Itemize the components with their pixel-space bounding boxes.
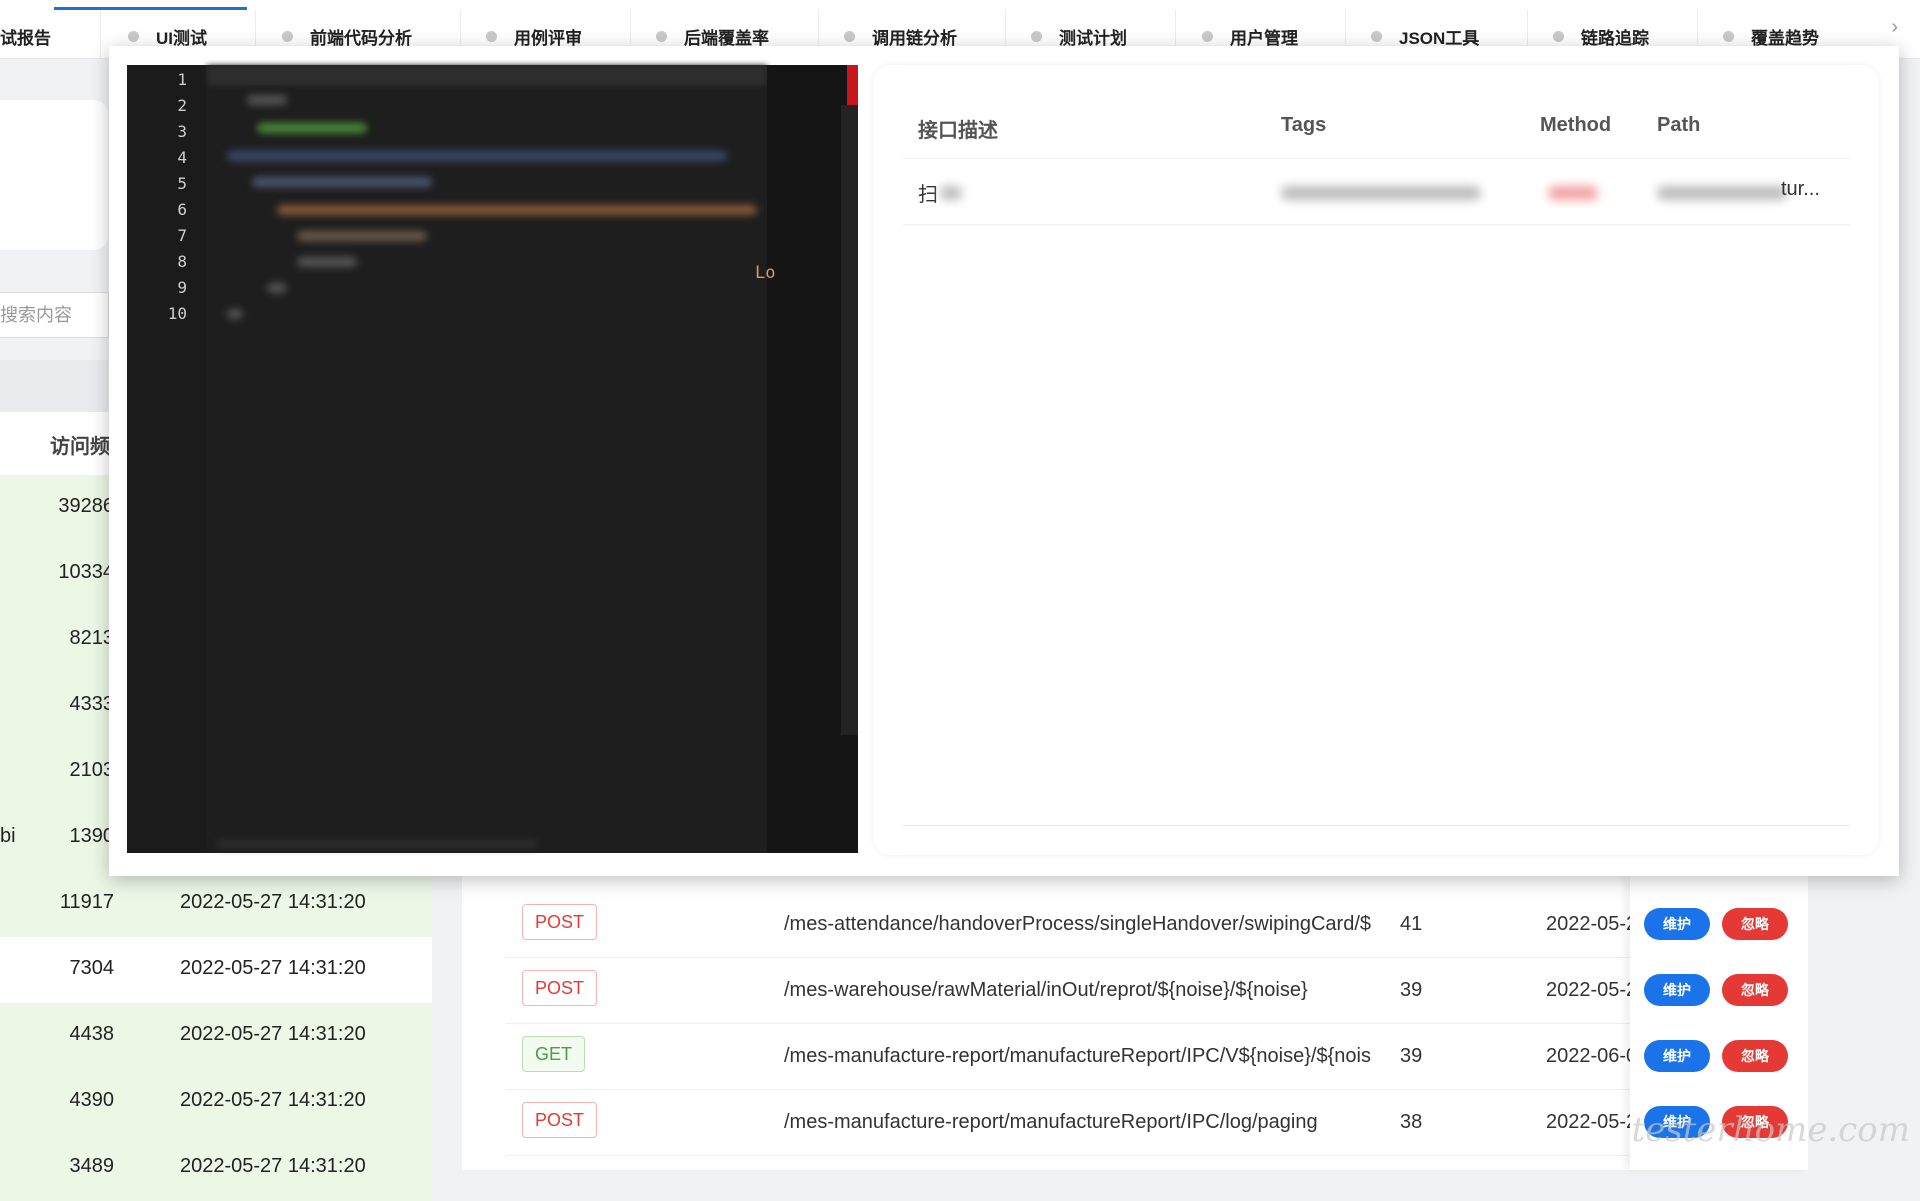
maintain-button[interactable]: 维护 — [1644, 908, 1710, 940]
table-row: 3489 2022-05-27 14:31:20 — [0, 1135, 432, 1201]
column-header-tags: Tags — [1281, 114, 1327, 136]
editor-vertical-scrollbar[interactable] — [841, 105, 858, 735]
api-count: 38 — [1400, 1111, 1423, 1133]
column-header-frequency: 访问频 — [50, 436, 110, 458]
redacted-method — [1548, 186, 1598, 200]
api-date: 2022-05-2 — [1546, 1111, 1636, 1133]
tab-dot-icon — [128, 30, 139, 42]
table-row: 11917 2022-05-27 14:31:20 — [0, 871, 432, 937]
api-date: 2022-06-0 — [1546, 1045, 1636, 1067]
left-summary-card — [0, 100, 108, 250]
api-path: /mes-manufacture-report/manufactureRepor… — [784, 1111, 1318, 1133]
tab-dot-icon — [844, 30, 855, 42]
column-header-desc: 接口描述 — [918, 120, 998, 142]
method-tag: POST — [522, 970, 598, 1006]
table-row: 4438 2022-05-27 14:31:20 — [0, 1003, 432, 1069]
maintain-button[interactable]: 维护 — [1644, 1040, 1710, 1072]
code-line — [277, 205, 757, 215]
watermark: testerhome.com — [1631, 1110, 1910, 1150]
code-line — [297, 257, 357, 267]
table-row: GET /mes-manufacture-report/manufactureR… — [506, 1023, 1806, 1090]
active-tab-indicator — [54, 7, 247, 10]
editor-header — [207, 65, 767, 85]
table-bottom-divider — [903, 825, 1850, 826]
ignore-button[interactable]: 忽略 — [1722, 1040, 1788, 1072]
minimap-error-marker — [847, 65, 858, 105]
code-line — [257, 123, 367, 133]
tab-dot-icon — [1723, 30, 1734, 42]
ignore-button[interactable]: 忽略 — [1722, 908, 1788, 940]
code-line — [227, 151, 727, 161]
redacted-path — [1657, 186, 1787, 200]
api-date: 2022-05-2 — [1546, 979, 1636, 1001]
horizontal-scrollbar[interactable] — [217, 841, 537, 847]
table-row: 4390 2022-05-27 14:31:20 — [0, 1069, 432, 1135]
column-header-path: Path — [1657, 114, 1701, 136]
method-tag: POST — [522, 1102, 598, 1138]
left-toolbar — [0, 360, 108, 412]
tab-dot-icon — [486, 30, 497, 42]
tab-dot-icon — [282, 30, 293, 42]
table-row: POST /mes-warehouse/rawMaterial/inOut/re… — [506, 957, 1806, 1024]
tab-dot-icon — [1553, 30, 1564, 42]
api-count: 39 — [1400, 979, 1423, 1001]
table-header-divider — [903, 158, 1850, 159]
tab-dot-icon — [1371, 30, 1382, 42]
api-count: 41 — [1400, 913, 1423, 935]
api-date: 2022-05-2 — [1546, 913, 1636, 935]
code-line — [227, 309, 243, 319]
api-info-card — [873, 65, 1879, 855]
ignore-button[interactable]: 忽略 — [1722, 974, 1788, 1006]
api-path: /mes-attendance/handoverProcess/singleHa… — [784, 913, 1371, 935]
redacted-tags — [1281, 186, 1481, 200]
code-editor[interactable]: 1 2 3 4 5 6 7 8 9 10 Lo — [127, 65, 858, 853]
chevron-right-icon[interactable]: › — [1891, 16, 1898, 39]
column-header-method: Method — [1540, 114, 1612, 136]
search-input[interactable]: 搜索内容 — [0, 292, 109, 338]
code-line — [267, 283, 287, 293]
method-tag: GET — [522, 1036, 586, 1072]
table-row: POST /mes-attendance/handoverProcess/sin… — [506, 891, 1806, 958]
table-row: POST /mes-manufacture-report/manufacture… — [506, 1089, 1806, 1156]
tab-dot-icon — [1031, 30, 1042, 42]
tab-test-report[interactable]: 试报告 — [0, 18, 51, 54]
code-line — [247, 95, 287, 105]
table-row: 7304 2022-05-27 14:31:20 — [69, 957, 366, 979]
api-desc-cell: 扫 — [918, 184, 938, 206]
tab-dot-icon — [656, 30, 667, 42]
code-line — [252, 177, 432, 187]
table-row-divider — [903, 224, 1850, 225]
tab-dot-icon — [1202, 30, 1213, 42]
code-line — [297, 231, 427, 241]
maintain-button[interactable]: 维护 — [1644, 974, 1710, 1006]
api-path: /mes-manufacture-report/manufactureRepor… — [784, 1045, 1371, 1067]
api-path: /mes-warehouse/rawMaterial/inOut/reprot/… — [784, 979, 1308, 1001]
method-tag: POST — [522, 904, 598, 940]
line-number-gutter: 1 2 3 4 5 6 7 8 9 10 — [127, 65, 207, 853]
api-count: 39 — [1400, 1045, 1423, 1067]
redacted-text — [940, 186, 962, 200]
api-path-cell: tur... — [1781, 178, 1820, 200]
